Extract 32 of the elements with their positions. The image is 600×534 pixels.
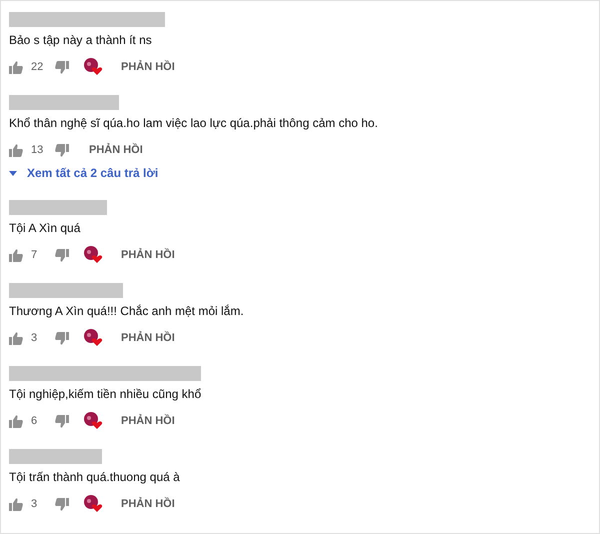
like-count: 3	[31, 496, 38, 512]
thumbs-down-icon[interactable]	[55, 144, 69, 156]
thumbs-up-icon[interactable]	[9, 248, 23, 262]
reply-button[interactable]: PHẢN HỒI	[121, 496, 175, 512]
like-count: 13	[31, 142, 44, 158]
thumbs-up-icon[interactable]	[9, 332, 23, 344]
reply-button[interactable]: PHẢN HỒI	[121, 330, 175, 346]
thumbs-down-icon[interactable]	[55, 414, 69, 428]
like-count: 7	[31, 248, 38, 263]
comment-text: Thương A Xìn quá!!! Chắc anh mệt mỏi lắm.	[9, 303, 245, 319]
thumbs-down-icon[interactable]	[55, 60, 69, 74]
like-count: 3	[31, 330, 38, 346]
comment-text: Bảo s tập này a thành ít ns	[9, 32, 153, 48]
thumbs-down-icon[interactable]	[55, 332, 69, 344]
like-count: 6	[31, 414, 38, 429]
thumbs-up-icon[interactable]	[9, 60, 23, 74]
reply-button[interactable]: PHẢN HỒI	[121, 412, 175, 430]
reply-button[interactable]: PHẢN HỒI	[89, 142, 143, 158]
thumbs-up-icon[interactable]	[9, 144, 23, 156]
reply-button[interactable]: PHẢN HỒI	[121, 246, 175, 264]
thumbs-up-icon[interactable]	[9, 498, 23, 510]
caret-icon	[9, 170, 17, 176]
thumbs-up-icon[interactable]	[9, 414, 23, 428]
like-count: 22	[31, 60, 44, 75]
comment-text: Khổ thân nghệ sĩ qúa.ho lam việc lao lực qúa.phải thông cảm cho ho.	[9, 115, 379, 131]
comment-text: Tội nghiệp,kiếm tiền nhiều cũng khổ	[9, 386, 202, 402]
view-replies-link[interactable]: Xem tất cả 2 câu trả lời	[9, 164, 599, 182]
thumbs-down-icon[interactable]	[55, 498, 69, 510]
comment-text: Tội A Xìn quá	[9, 220, 82, 236]
thumbs-down-icon[interactable]	[55, 248, 69, 262]
comment-text: Tội trấn thành quá.thuong quá à	[9, 469, 181, 485]
reply-button[interactable]: PHẢN HỒI	[121, 58, 175, 76]
